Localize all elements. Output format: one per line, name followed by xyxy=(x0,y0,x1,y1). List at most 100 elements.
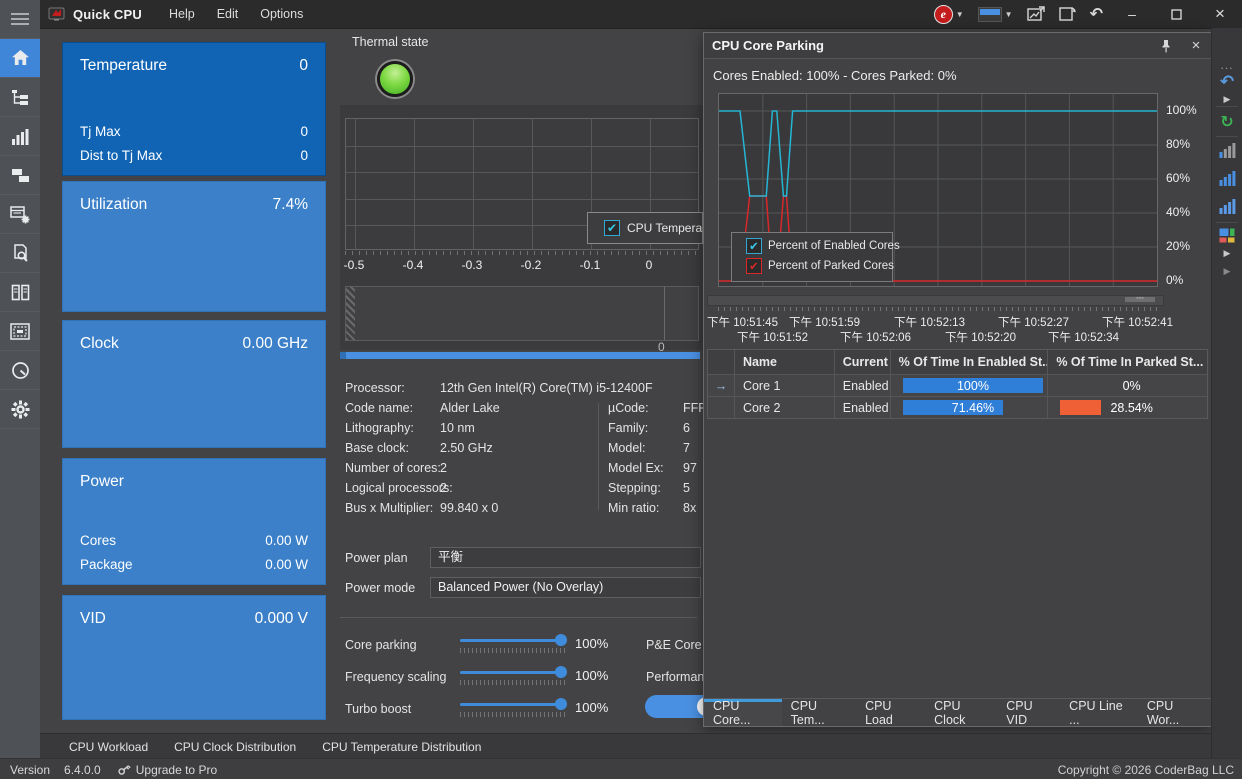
bottom-tab-cpu-workload[interactable]: CPU Workload xyxy=(56,740,161,754)
info-label: Logical processors: xyxy=(345,481,453,495)
bar-chart-blue-icon[interactable] xyxy=(1212,170,1242,186)
maximize-button[interactable] xyxy=(1154,0,1198,28)
enabled-percent-cell: 71.46% xyxy=(889,397,1048,418)
info-value: 97 xyxy=(683,461,697,475)
panel-header[interactable]: CPU Core Parking × xyxy=(704,33,1211,59)
info-label: Family: xyxy=(608,421,649,435)
current-state-cell: Enabled xyxy=(833,375,890,396)
card-temperature[interactable]: Temperature 0 Tj Max 0 Dist to Tj Max 0 xyxy=(62,42,326,176)
upgrade-link[interactable]: Upgrade to Pro xyxy=(117,763,217,777)
bar-chart-blue-2-icon[interactable] xyxy=(1212,198,1242,214)
sidebar-item-gauge[interactable] xyxy=(0,351,40,390)
sidebar-item-report-inspect[interactable] xyxy=(0,234,40,273)
expand-arrow-2-icon[interactable]: ▶ xyxy=(1212,248,1242,259)
power-plan-select[interactable]: 平衡 xyxy=(430,547,701,568)
card-row: Dist to Tj Max 0 xyxy=(80,148,308,163)
panel-tab-cpuline[interactable]: CPU Line ... xyxy=(1060,699,1138,727)
panel-tab-cpuvid[interactable]: CPU VID xyxy=(997,699,1060,727)
minimize-button[interactable]: – xyxy=(1110,0,1154,28)
sidebar-item-system-tree[interactable] xyxy=(0,78,40,117)
sidebar-item-settings-gear[interactable] xyxy=(0,390,40,429)
slider-core-parking[interactable] xyxy=(460,634,567,653)
menu-item-options[interactable]: Options xyxy=(249,0,314,28)
theme-swatch-icon[interactable]: ▼ xyxy=(971,0,1020,28)
slider-label-3: Turbo boost xyxy=(345,702,412,716)
slider-frequency-scaling[interactable] xyxy=(460,666,567,685)
info-value: 5 xyxy=(683,481,690,495)
expand-arrow-3-icon[interactable]: ▶ xyxy=(1212,266,1242,277)
card-vid[interactable]: VID 0.000 V xyxy=(62,595,326,720)
enabled-cores-legend-label: Percent of Enabled Cores xyxy=(768,240,900,252)
card-utilization[interactable]: Utilization 7.4% xyxy=(62,181,326,312)
rail-separator xyxy=(1216,222,1238,223)
gridline xyxy=(532,119,533,249)
slider-turbo-boost[interactable] xyxy=(460,698,567,717)
card-header: Utilization 7.4% xyxy=(80,196,308,214)
power-mode-select[interactable]: Balanced Power (No Overlay) xyxy=(430,577,701,598)
card-header: Power xyxy=(80,473,308,491)
panel-tab-cpuload[interactable]: CPU Load xyxy=(856,699,925,727)
refresh-icon[interactable]: ↻ xyxy=(1212,112,1242,132)
menu-icon xyxy=(10,11,30,27)
info-value: 2.50 GHz xyxy=(440,441,493,455)
close-button[interactable]: × xyxy=(1198,0,1242,28)
sidebar-item-menu[interactable] xyxy=(0,0,40,39)
card-clock[interactable]: Clock 0.00 GHz xyxy=(62,320,326,448)
cpu-temperature-checkbox[interactable]: ✔ xyxy=(604,220,620,236)
sidebar-item-columns-view[interactable] xyxy=(0,273,40,312)
bottom-tab-cpu-clock-distribution[interactable]: CPU Clock Distribution xyxy=(161,740,309,754)
column-header[interactable]: % Of Time In Enabled St... xyxy=(889,350,1047,374)
bottom-tab-cpu-temperature-distribution[interactable]: CPU Temperature Distribution xyxy=(309,740,494,754)
brand-badge-icon[interactable]: e ▼ xyxy=(927,0,971,28)
enabled-cores-checkbox[interactable]: ✔ xyxy=(746,238,762,254)
column-header[interactable]: Current xyxy=(833,350,890,374)
undo-icon[interactable]: ↶ xyxy=(1083,0,1110,28)
color-squares-icon[interactable] xyxy=(1212,228,1242,243)
card-row-value: 0.00 W xyxy=(265,533,308,548)
parked-percent-cell: 0% xyxy=(1047,375,1207,396)
power-plan-label: Power plan xyxy=(345,551,408,565)
column-header[interactable]: Name xyxy=(733,350,834,374)
panel-tab-cpuwor[interactable]: CPU Wor... xyxy=(1138,699,1211,727)
table-row[interactable]: Core 2 Enabled 71.46% 28.54% xyxy=(708,396,1207,418)
pin-icon[interactable] xyxy=(1151,33,1181,58)
temperature-overview-strip[interactable] xyxy=(345,286,699,341)
expand-arrow-icon[interactable]: ▶ xyxy=(1212,94,1242,105)
ellipsis-icon[interactable]: ... xyxy=(1212,58,1242,72)
sidebar-item-table-settings[interactable] xyxy=(0,195,40,234)
sidebar-item-cpu-chip[interactable] xyxy=(0,312,40,351)
undo-icon[interactable]: ↶ xyxy=(1212,72,1242,92)
temperature-scrollbar[interactable] xyxy=(340,352,700,359)
core-parking-scrollbar[interactable]: ▪▪▪ xyxy=(707,295,1164,306)
panel-close-icon[interactable]: × xyxy=(1181,33,1211,58)
card-detail-rows: Tj Max 0 Dist to Tj Max 0 xyxy=(80,115,308,163)
card-power[interactable]: Power Cores 0.00 W Package 0.00 W xyxy=(62,458,326,585)
reset-layout-icon[interactable] xyxy=(1052,0,1083,28)
statusbar: Version 6.4.0.0 Upgrade to Pro Copyright… xyxy=(0,758,1242,779)
sidebar-item-windows-layout[interactable] xyxy=(0,156,40,195)
card-title: Clock xyxy=(80,335,119,352)
x-axis-tick: -0.5 xyxy=(343,258,365,272)
sidebar-item-performance-bars[interactable] xyxy=(0,117,40,156)
panel-tab-cputem[interactable]: CPU Tem... xyxy=(782,699,856,727)
overview-hatch xyxy=(346,287,355,340)
menu-item-help[interactable]: Help xyxy=(158,0,206,28)
table-row[interactable]: → Core 1 Enabled 100% 0% xyxy=(708,374,1207,396)
export-chart-icon[interactable] xyxy=(1020,0,1052,28)
cores-status-text: Cores Enabled: 100% - Cores Parked: 0% xyxy=(713,68,957,83)
parked-cores-checkbox[interactable]: ✔ xyxy=(746,258,762,274)
card-value: 7.4% xyxy=(272,196,308,213)
bar-chart-gray-icon[interactable] xyxy=(1212,142,1242,158)
column-header[interactable]: % Of Time In Parked St... xyxy=(1047,350,1207,374)
gridline xyxy=(346,172,698,173)
sidebar-item-home[interactable] xyxy=(0,39,40,78)
panel-tab-cpucore[interactable]: CPU Core... xyxy=(704,699,782,727)
system-tree-icon xyxy=(11,88,29,106)
settings-gear-icon xyxy=(11,400,30,419)
card-title: Utilization xyxy=(80,196,148,213)
menu-item-edit[interactable]: Edit xyxy=(206,0,250,28)
panel-tab-cpuclock[interactable]: CPU Clock xyxy=(925,699,997,727)
info-value: 2 xyxy=(440,461,447,475)
app-title: Quick CPU xyxy=(73,6,142,22)
time-label: 下午 10:51:52 xyxy=(737,332,808,344)
